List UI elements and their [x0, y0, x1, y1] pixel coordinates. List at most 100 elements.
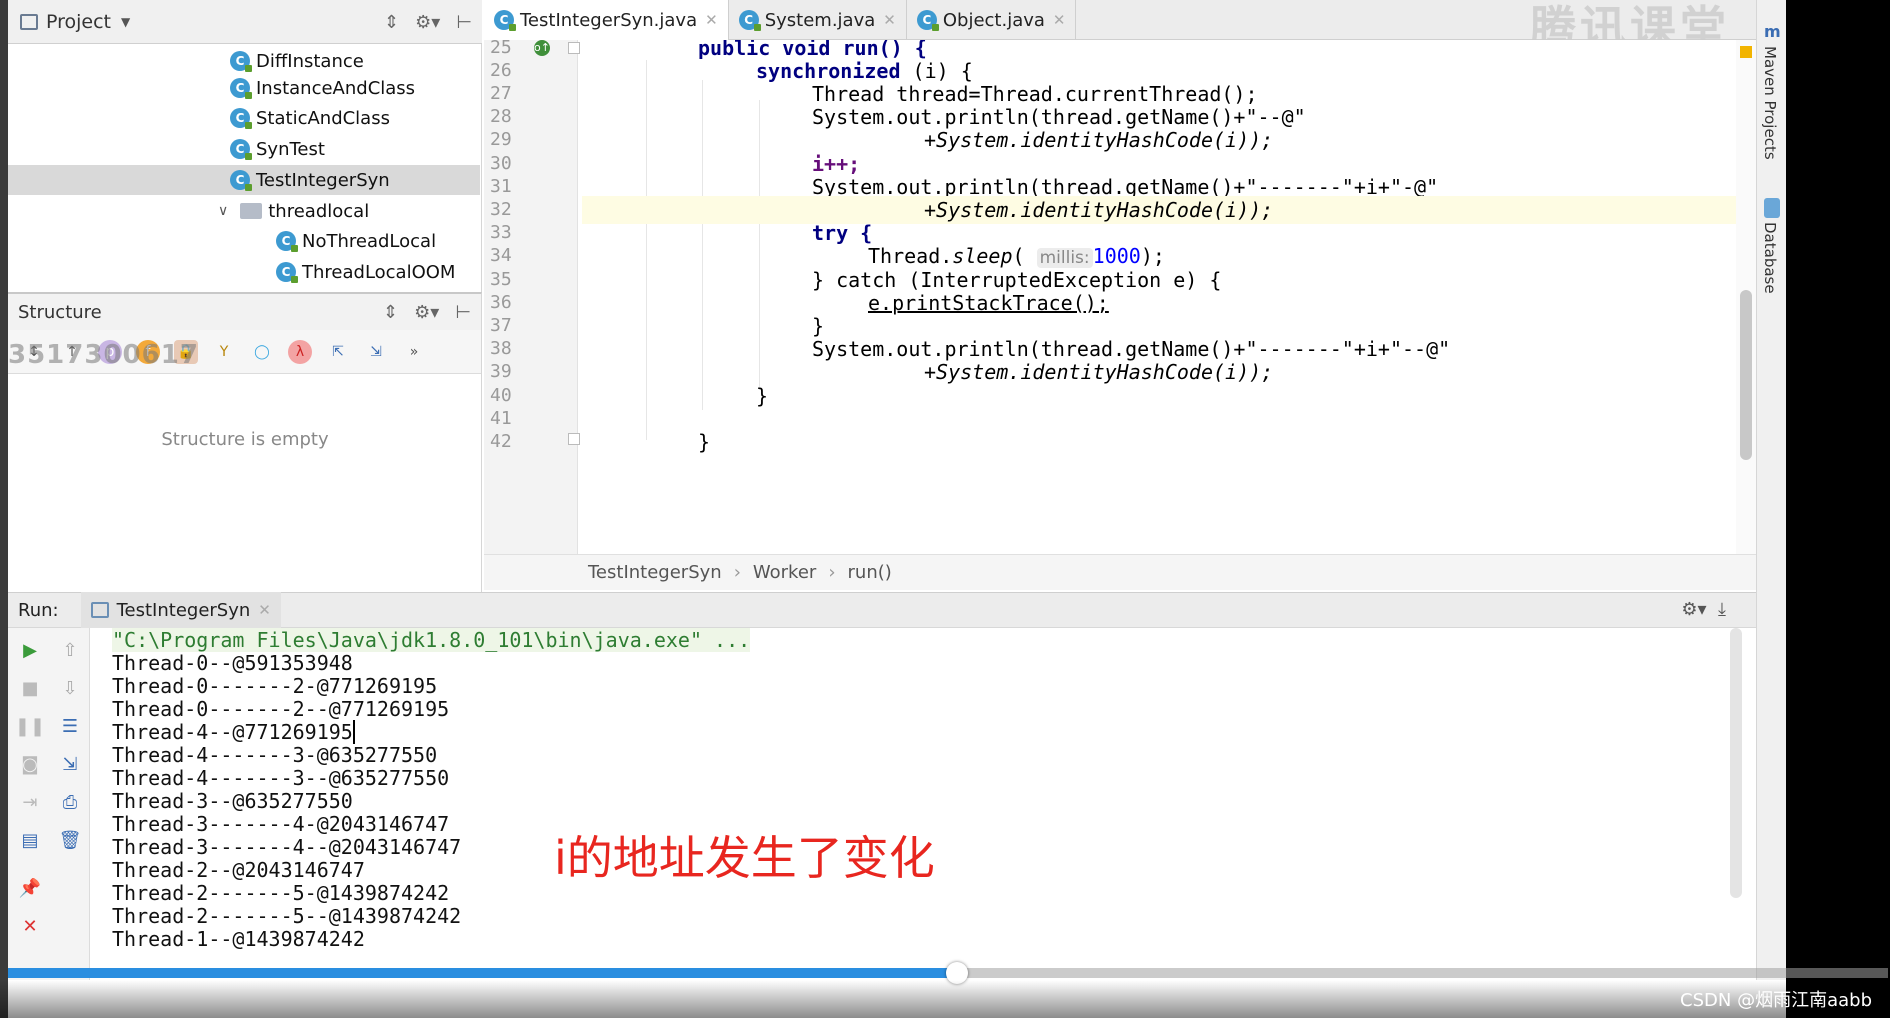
- close-icon[interactable]: ✕: [258, 601, 271, 619]
- line-number: 29: [490, 129, 512, 150]
- scroll-thumb[interactable]: [1740, 290, 1752, 460]
- maven-icon[interactable]: m: [1764, 22, 1781, 41]
- video-bottom-shade: [0, 980, 1890, 1018]
- user-id-watermark: 3517300617: [8, 340, 199, 370]
- right-tool-rail: m Maven Projects Database: [1756, 0, 1786, 980]
- tree-item-label: DiffInstance: [256, 50, 364, 72]
- close-icon[interactable]: ✕: [705, 11, 718, 29]
- close-icon[interactable]: ✕: [1053, 11, 1066, 29]
- database-icon[interactable]: [1764, 198, 1780, 218]
- close-icon[interactable]: ✕: [883, 11, 896, 29]
- tab-system[interactable]: C System.java ✕: [729, 0, 907, 40]
- code-text: }: [756, 384, 769, 408]
- structure-panel: Structure ⇕ ⚙▾ ⊢ ↕ ↑ p f 🔒 Y ◯ λ ⇱ ⇲ » 3…: [8, 292, 482, 592]
- database-tab[interactable]: Database: [1761, 222, 1779, 294]
- tab-object[interactable]: C Object.java ✕: [907, 0, 1077, 40]
- scroll-up-icon[interactable]: ⇧: [58, 638, 82, 662]
- tree-item-label: ThreadLocalOOM: [302, 261, 456, 283]
- maven-projects-tab[interactable]: Maven Projects: [1761, 46, 1779, 160]
- gear-icon[interactable]: ⚙▾ ⤓: [1681, 599, 1726, 620]
- hide-panel-icon[interactable]: ⊢: [455, 302, 471, 323]
- login-icon[interactable]: ⇥: [18, 790, 42, 814]
- line-number: 39: [490, 361, 512, 382]
- soft-wrap-icon[interactable]: ☰: [58, 714, 82, 738]
- trash-icon[interactable]: 🗑: [58, 828, 82, 852]
- more-icon[interactable]: »: [402, 340, 426, 364]
- chevron-down-icon[interactable]: ▼: [121, 15, 130, 29]
- console-line: Thread-1--@1439874242: [112, 927, 365, 951]
- line-number: 26: [490, 60, 512, 81]
- tree-item[interactable]: C NoThreadLocal: [276, 226, 436, 256]
- tree-item-package[interactable]: ∨ threadlocal: [218, 196, 369, 226]
- anonymous-classes-icon[interactable]: ◯: [250, 340, 274, 364]
- project-panel-icon: [20, 13, 38, 30]
- code-text: +System.identityHashCode(i));: [924, 360, 1274, 384]
- tree-item[interactable]: C InstanceAndClass: [230, 73, 415, 103]
- close-icon[interactable]: ✕: [18, 914, 42, 938]
- line-number: 33: [490, 222, 512, 243]
- code-line: }: [582, 382, 1756, 410]
- fold-icon[interactable]: [568, 42, 580, 54]
- editor-scrollbar[interactable]: [1736, 40, 1756, 554]
- line-number: 25: [490, 40, 512, 58]
- console-scrollbar[interactable]: [1730, 628, 1742, 898]
- scroll-to-end-icon[interactable]: ⇲: [58, 752, 82, 776]
- line-number: 32: [490, 199, 512, 220]
- console-line: Thread-0-------2-@771269195: [112, 674, 438, 698]
- class-icon: C: [276, 262, 298, 283]
- expand-icon[interactable]: ⇱: [326, 340, 350, 364]
- tree-item[interactable]: C StaticAndClass: [230, 103, 390, 133]
- run-toolbar: ▶ ⇧ ■ ⇩ ❚❚ ☰ ◙ ⇲ ⇥ ⎙ ▤ 🗑 📌 ✕: [8, 628, 90, 980]
- structure-empty-text: Structure is empty: [161, 429, 329, 450]
- tab-label: Object.java: [942, 9, 1045, 31]
- tree-item-selected[interactable]: C TestIntegerSyn: [8, 165, 480, 195]
- line-number: 28: [490, 106, 512, 127]
- override-marker-icon[interactable]: o↑: [534, 40, 550, 56]
- tree-item[interactable]: C ThreadLocalOOM: [276, 257, 455, 287]
- line-number: 30: [490, 153, 512, 174]
- scroll-down-icon[interactable]: ⇩: [58, 676, 82, 700]
- rerun-icon[interactable]: ▶: [18, 638, 42, 662]
- console-line: Thread-4-------3--@635277550: [112, 766, 450, 790]
- collapse-icon[interactable]: ⇲: [364, 340, 388, 364]
- console-line: Thread-0-------2--@771269195: [112, 697, 450, 721]
- run-tab[interactable]: TestIntegerSyn ✕: [80, 592, 281, 628]
- pin-icon[interactable]: 📌: [18, 876, 42, 900]
- line-number: 34: [490, 245, 512, 266]
- csdn-watermark: CSDN @烟雨江南aabb: [1680, 990, 1872, 1011]
- project-panel-title[interactable]: Project: [46, 11, 111, 33]
- tree-item-label: TestIntegerSyn: [256, 169, 390, 191]
- lambdas-icon[interactable]: λ: [288, 339, 312, 364]
- line-number: 36: [490, 292, 512, 313]
- hide-panel-icon[interactable]: ⊢: [456, 12, 472, 33]
- tree-item[interactable]: C DiffInstance: [230, 46, 364, 76]
- chevron-down-icon[interactable]: ∨: [218, 203, 228, 219]
- collapse-all-icon[interactable]: ⇕: [384, 12, 399, 33]
- chevron-right-icon: ›: [828, 562, 836, 583]
- gear-icon[interactable]: ⚙▾: [415, 12, 440, 33]
- gear-icon[interactable]: ⚙▾: [414, 302, 439, 323]
- breadcrumb-item[interactable]: run(): [848, 562, 892, 583]
- line-number: 42: [490, 431, 512, 452]
- fold-icon[interactable]: [568, 433, 580, 445]
- pause-icon[interactable]: ❚❚: [15, 714, 45, 738]
- tree-item[interactable]: C SynTest: [230, 134, 325, 164]
- show-inherited-icon[interactable]: Y: [212, 340, 236, 364]
- code-editor[interactable]: 25 o↑ 26 27 28 29 30 31 32 33 34 35 36 3…: [484, 40, 1756, 554]
- console-line: Thread-2-------5-@1439874242: [112, 881, 450, 905]
- breadcrumb-item[interactable]: Worker: [753, 562, 816, 583]
- print-icon[interactable]: ⎙: [58, 790, 82, 814]
- package-folder-icon: [240, 203, 263, 219]
- line-number: 37: [490, 315, 512, 336]
- breadcrumb-item[interactable]: TestIntegerSyn: [588, 562, 722, 583]
- tab-label: System.java: [764, 9, 876, 31]
- expand-all-icon[interactable]: ⇕: [383, 302, 398, 323]
- parameter-hint: millis:: [1036, 248, 1093, 268]
- tab-testintegersyn[interactable]: C TestIntegerSyn.java ✕: [484, 0, 729, 40]
- stop-icon[interactable]: ■: [18, 676, 42, 700]
- code-text: }: [698, 430, 711, 454]
- layout-icon[interactable]: ▤: [18, 828, 42, 852]
- video-annotation: i的地址发生了变化: [554, 831, 935, 885]
- camera-icon[interactable]: ◙: [18, 752, 42, 776]
- warning-marker-icon[interactable]: [1740, 46, 1752, 58]
